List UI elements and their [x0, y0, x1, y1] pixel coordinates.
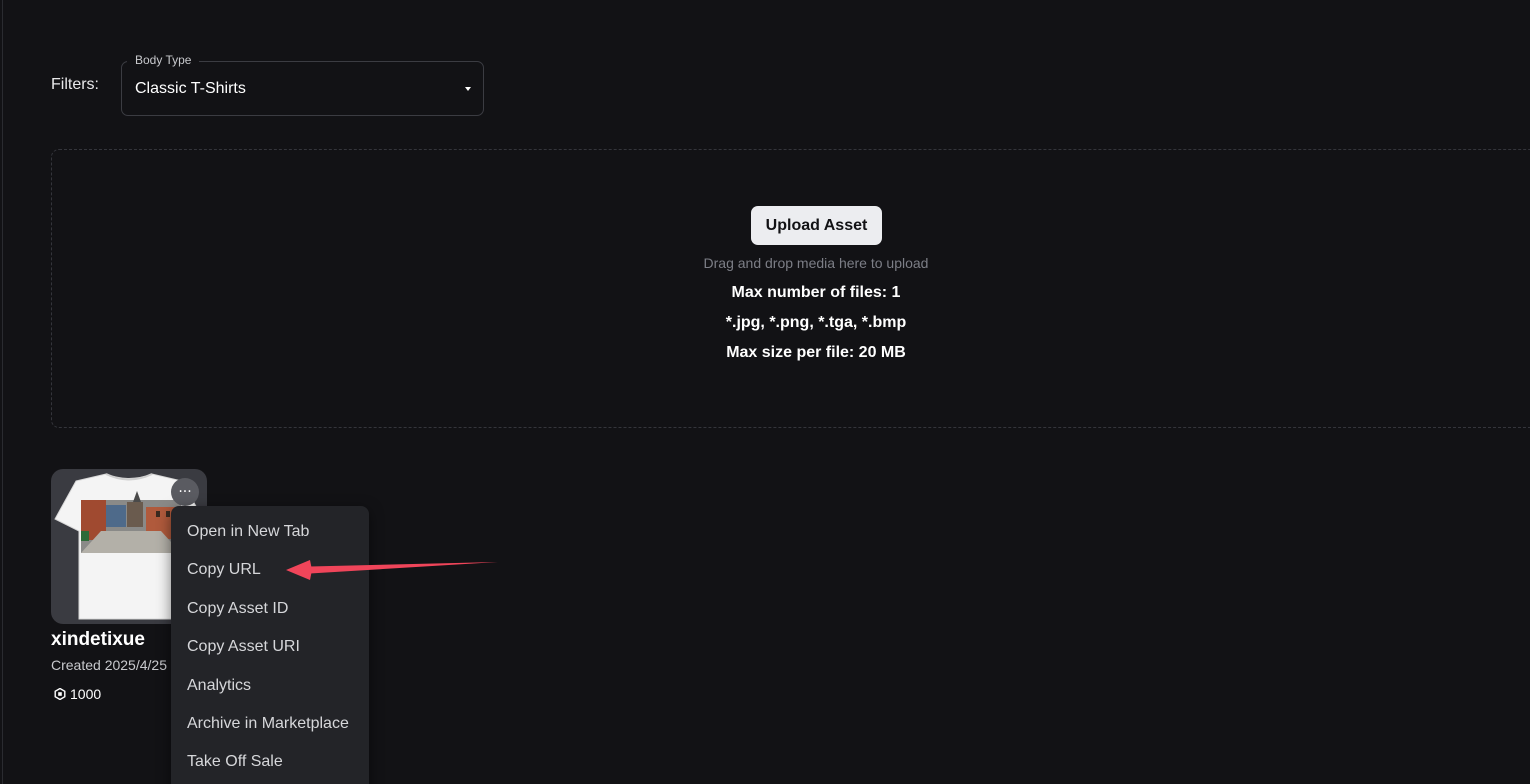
- menu-item-archive-marketplace[interactable]: Archive in Marketplace: [187, 715, 349, 733]
- upload-asset-button[interactable]: Upload Asset: [751, 206, 882, 245]
- more-options-button[interactable]: ···: [171, 478, 199, 506]
- page: Filters: Body Type Classic T-Shirts Uplo…: [0, 0, 1530, 784]
- asset-name[interactable]: xindetixue: [51, 629, 145, 651]
- menu-item-open-new-tab[interactable]: Open in New Tab: [187, 523, 309, 541]
- menu-item-copy-asset-uri[interactable]: Copy Asset URI: [187, 638, 300, 656]
- asset-price: 1000: [54, 686, 101, 702]
- filters-label: Filters:: [51, 76, 99, 93]
- dropzone-hint: Drag and drop media here to upload: [703, 255, 929, 271]
- annotation-arrow-icon: [286, 560, 498, 580]
- menu-item-copy-asset-id[interactable]: Copy Asset ID: [187, 600, 288, 618]
- asset-context-menu: Open in New Tab Copy URL Copy Asset ID C…: [171, 506, 369, 784]
- max-files-text: Max number of files: 1: [731, 284, 901, 301]
- menu-item-analytics[interactable]: Analytics: [187, 677, 251, 695]
- robux-icon: [54, 688, 66, 700]
- max-size-text: Max size per file: 20 MB: [726, 344, 906, 361]
- menu-item-take-off-sale[interactable]: Take Off Sale: [187, 753, 283, 771]
- body-type-legend: Body Type: [127, 53, 200, 67]
- asset-price-value: 1000: [70, 686, 102, 702]
- body-type-value: Classic T-Shirts: [135, 80, 246, 97]
- formats-text: *.jpg, *.png, *.tga, *.bmp: [725, 314, 907, 331]
- divider: [2, 0, 3, 784]
- menu-item-copy-url[interactable]: Copy URL: [187, 561, 261, 579]
- asset-created-date: Created 2025/4/25: [51, 657, 167, 673]
- caret-down-icon[interactable]: [465, 87, 471, 91]
